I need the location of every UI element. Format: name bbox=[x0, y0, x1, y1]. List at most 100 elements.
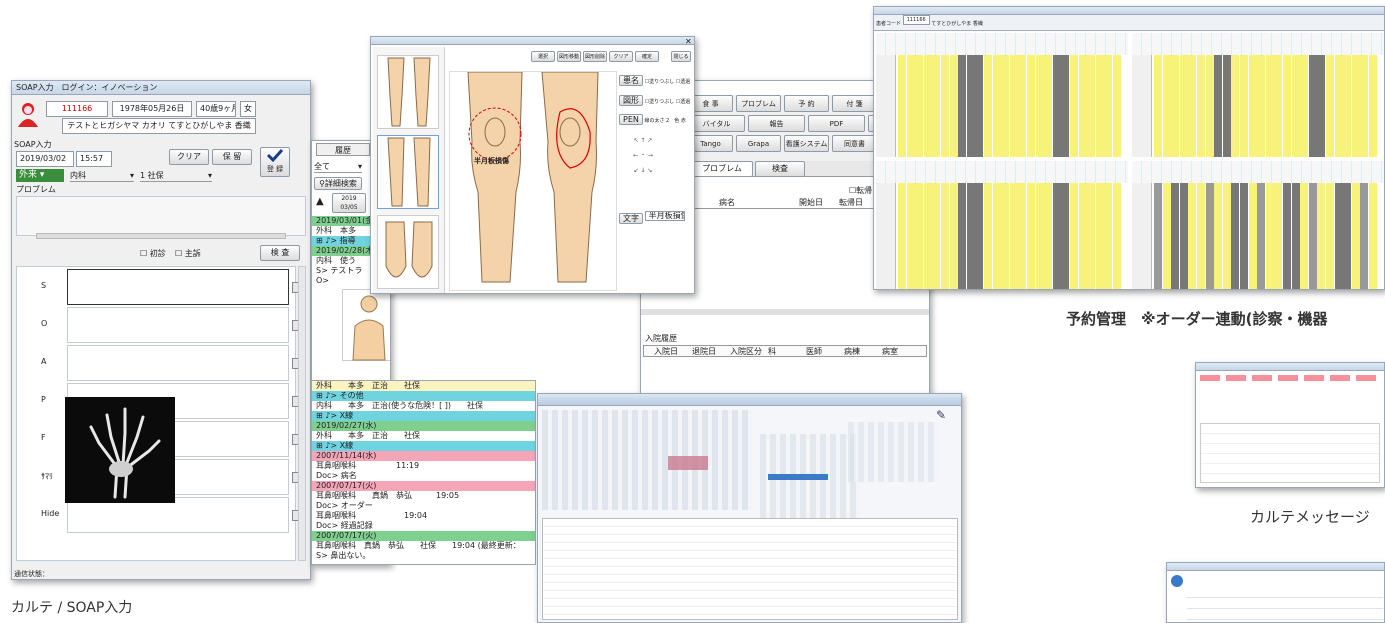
schedule-column[interactable] bbox=[915, 183, 924, 289]
toolbar-button[interactable]: 付 箋 bbox=[832, 95, 877, 112]
history-body-thumb[interactable] bbox=[342, 289, 390, 361]
schema-close-icon[interactable]: ✕ bbox=[685, 37, 692, 46]
schedule-column[interactable] bbox=[1197, 183, 1205, 289]
schedule-column[interactable] bbox=[1171, 55, 1180, 157]
schedule-column[interactable] bbox=[958, 55, 967, 157]
schedule-column[interactable] bbox=[1205, 183, 1214, 289]
toolbar-button[interactable]: 報告 bbox=[748, 115, 805, 132]
schedule-column[interactable] bbox=[966, 55, 975, 157]
schedule-column[interactable] bbox=[1179, 183, 1188, 289]
schedule-column[interactable] bbox=[1300, 55, 1309, 157]
history-entry[interactable]: ⊞ ♪> X線 bbox=[312, 411, 535, 421]
schedule-column[interactable] bbox=[1231, 183, 1240, 289]
toolbar-button[interactable]: 予 約 bbox=[784, 95, 829, 112]
soap-date-input[interactable]: 2019/03/02 bbox=[16, 151, 74, 167]
thumb-knee[interactable] bbox=[377, 135, 439, 209]
history-entry[interactable]: 2019/02/27(水) bbox=[312, 421, 535, 431]
schedule-column[interactable] bbox=[1274, 55, 1283, 157]
clear-button[interactable]: クリア bbox=[169, 149, 209, 165]
schedule-column[interactable] bbox=[1154, 183, 1162, 289]
schedule-column[interactable] bbox=[949, 55, 958, 157]
date-chip[interactable]: 2019 03/05 bbox=[332, 193, 366, 213]
insurance-select[interactable]: 1 社保 ▾ bbox=[140, 169, 212, 182]
schedule-column[interactable] bbox=[1369, 55, 1377, 157]
history-entry[interactable]: ⊞ ♪> X線 bbox=[312, 441, 535, 451]
schedule-column[interactable] bbox=[1317, 183, 1326, 289]
text-option[interactable]: 文字 半月板損傷 bbox=[619, 211, 685, 224]
schedule-column[interactable] bbox=[1291, 55, 1300, 157]
visit-type-select[interactable]: 外来 ▾ bbox=[16, 169, 64, 182]
schedule-column[interactable] bbox=[1001, 183, 1010, 289]
schedule-column[interactable] bbox=[1171, 183, 1180, 289]
schedule-column[interactable] bbox=[1087, 183, 1096, 289]
schedule-grid-2[interactable] bbox=[1132, 33, 1384, 157]
schedule-column[interactable] bbox=[1044, 183, 1053, 289]
schedule-grid-1[interactable] bbox=[876, 33, 1128, 157]
schedule-column[interactable] bbox=[1104, 183, 1113, 289]
history-entry[interactable]: 耳鼻咽喉科 11:19 bbox=[312, 461, 535, 471]
schema-canvas[interactable]: 半月板損傷 bbox=[449, 71, 617, 291]
thumb-legs-front[interactable] bbox=[377, 55, 439, 129]
schedule-column[interactable] bbox=[984, 183, 992, 289]
schedule-column[interactable] bbox=[1035, 183, 1044, 289]
schedule-column[interactable] bbox=[1009, 183, 1018, 289]
schedule-column[interactable] bbox=[1009, 55, 1018, 157]
schedule-column[interactable] bbox=[1070, 183, 1078, 289]
xray-hand-image[interactable] bbox=[65, 397, 175, 503]
fill-option-2[interactable]: 図形 ☐塗りつぶし ☐透過 bbox=[619, 95, 690, 106]
schedule-column[interactable] bbox=[1070, 55, 1078, 157]
schedule-column[interactable] bbox=[975, 55, 984, 157]
detail-search-button[interactable]: ⚲詳細検索 bbox=[314, 177, 362, 190]
history-entry[interactable]: Doc> オーダー bbox=[312, 501, 535, 511]
department-select[interactable]: 内科 ▾ bbox=[70, 169, 134, 182]
toolbar-button[interactable]: 看護システム bbox=[784, 135, 829, 152]
schedule-column[interactable] bbox=[1326, 183, 1334, 289]
schedule-column[interactable] bbox=[1188, 183, 1197, 289]
tab-exam[interactable]: 検査 bbox=[755, 161, 805, 177]
schedule-column[interactable] bbox=[1360, 55, 1369, 157]
soap-input-a[interactable] bbox=[67, 345, 289, 381]
schedule-column[interactable] bbox=[1248, 55, 1257, 157]
schedule-column[interactable] bbox=[1179, 55, 1188, 157]
schedule-column[interactable] bbox=[1061, 183, 1070, 289]
schedule-column[interactable] bbox=[1162, 183, 1171, 289]
schedule-column[interactable] bbox=[1027, 183, 1035, 289]
schedule-column[interactable] bbox=[1214, 183, 1223, 289]
schedule-column[interactable] bbox=[1052, 183, 1061, 289]
schedule-column[interactable] bbox=[1078, 183, 1087, 289]
soap-input-o[interactable] bbox=[67, 307, 289, 343]
schedule-column[interactable] bbox=[915, 55, 924, 157]
right-splitter[interactable] bbox=[641, 309, 929, 315]
history-entry[interactable]: Doc> 病名 bbox=[312, 471, 535, 481]
schedule-column[interactable] bbox=[1351, 55, 1360, 157]
schedule-column[interactable] bbox=[1188, 55, 1197, 157]
schedule-column[interactable] bbox=[966, 183, 975, 289]
history-entry[interactable]: 外科 本多 正治 社保 bbox=[312, 381, 535, 391]
schedule-column[interactable] bbox=[923, 55, 932, 157]
schedule-column[interactable] bbox=[1154, 55, 1162, 157]
soap-input-s[interactable] bbox=[67, 269, 289, 305]
schedule-column[interactable] bbox=[1274, 183, 1283, 289]
schedule-column[interactable] bbox=[1222, 55, 1231, 157]
problem-list[interactable] bbox=[16, 196, 306, 236]
schedule-column[interactable] bbox=[1197, 55, 1205, 157]
schedule-column[interactable] bbox=[1231, 55, 1240, 157]
schedule-column[interactable] bbox=[1240, 55, 1248, 157]
schedule-column[interactable] bbox=[1222, 183, 1231, 289]
schedule-column[interactable] bbox=[1334, 183, 1343, 289]
history-entry[interactable]: 外科 本多 正治 社保 bbox=[312, 431, 535, 441]
text-option-value[interactable]: 半月板損傷 bbox=[644, 211, 685, 221]
schedule-column[interactable] bbox=[1095, 55, 1104, 157]
schedule-column[interactable] bbox=[984, 55, 992, 157]
history-entry[interactable]: 2007/07/17(火) bbox=[312, 531, 535, 541]
schedule-column[interactable] bbox=[1018, 55, 1027, 157]
first-visit-checkbox[interactable]: ☐ 初診 bbox=[140, 248, 166, 259]
history-entry[interactable]: S> 鼻出ない。 bbox=[312, 551, 535, 561]
toolbar-button[interactable]: バイタル bbox=[688, 115, 745, 132]
schedule-column[interactable] bbox=[1257, 55, 1266, 157]
schedule-column[interactable] bbox=[1334, 55, 1343, 157]
schedule-column[interactable] bbox=[1265, 183, 1274, 289]
reservation-patient-code[interactable]: 111166 bbox=[902, 15, 930, 25]
tab-problem[interactable]: プロブレム bbox=[691, 161, 753, 177]
schedule-column[interactable] bbox=[949, 183, 958, 289]
